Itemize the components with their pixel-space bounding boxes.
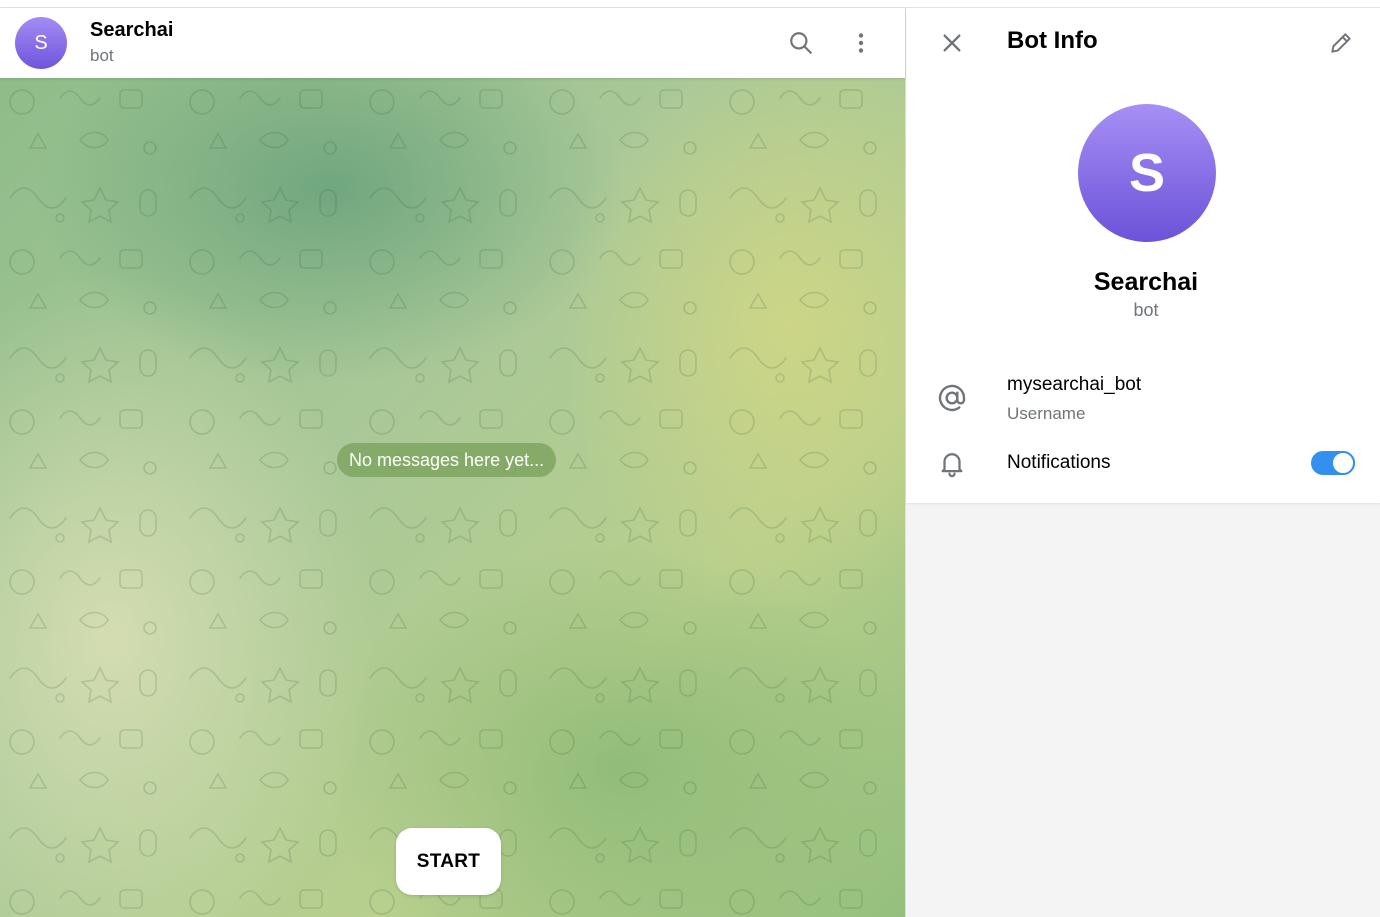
bot-info-panel: Bot Info S Searchai bot mysearchai_bot U… [905,8,1380,917]
edit-button[interactable] [1321,23,1361,63]
more-vertical-icon [858,33,864,53]
chat-title[interactable]: Searchai [90,19,173,42]
empty-chat-notice: No messages here yet... [337,443,557,477]
at-sign-icon [936,382,968,414]
close-button[interactable] [932,23,972,63]
bot-name: Searchai [1093,268,1199,296]
more-menu-button[interactable] [841,23,881,63]
chat-background: No messages here yet... START [0,78,905,917]
toggle-knob [1331,451,1355,475]
bot-subtitle: bot [1133,300,1159,320]
window-top-strip [0,0,1380,8]
username-caption: Username [1007,404,1086,423]
search-icon [790,32,812,54]
bell-icon [936,447,968,479]
panel-title: Bot Info [1007,27,1098,54]
bot-avatar-letter: S [1128,143,1166,203]
bot-avatar[interactable]: S [1078,104,1216,242]
chat-column: S Searchai bot No messages here yet... S… [0,8,905,917]
close-icon [943,34,961,52]
chat-subtitle: bot [90,46,114,65]
username-value: mysearchai_bot [1007,374,1142,395]
pencil-icon [1331,33,1351,53]
chat-avatar-letter: S [34,31,48,54]
bot-info-card: Bot Info S Searchai bot mysearchai_bot U… [906,8,1380,503]
chat-header[interactable]: S Searchai bot [0,8,905,78]
doodle-pattern [0,78,905,917]
chat-avatar[interactable]: S [15,17,67,69]
notifications-toggle[interactable] [1311,451,1355,475]
start-button[interactable]: START [396,828,501,895]
search-button[interactable] [781,23,821,63]
notifications-label: Notifications [1007,452,1111,473]
